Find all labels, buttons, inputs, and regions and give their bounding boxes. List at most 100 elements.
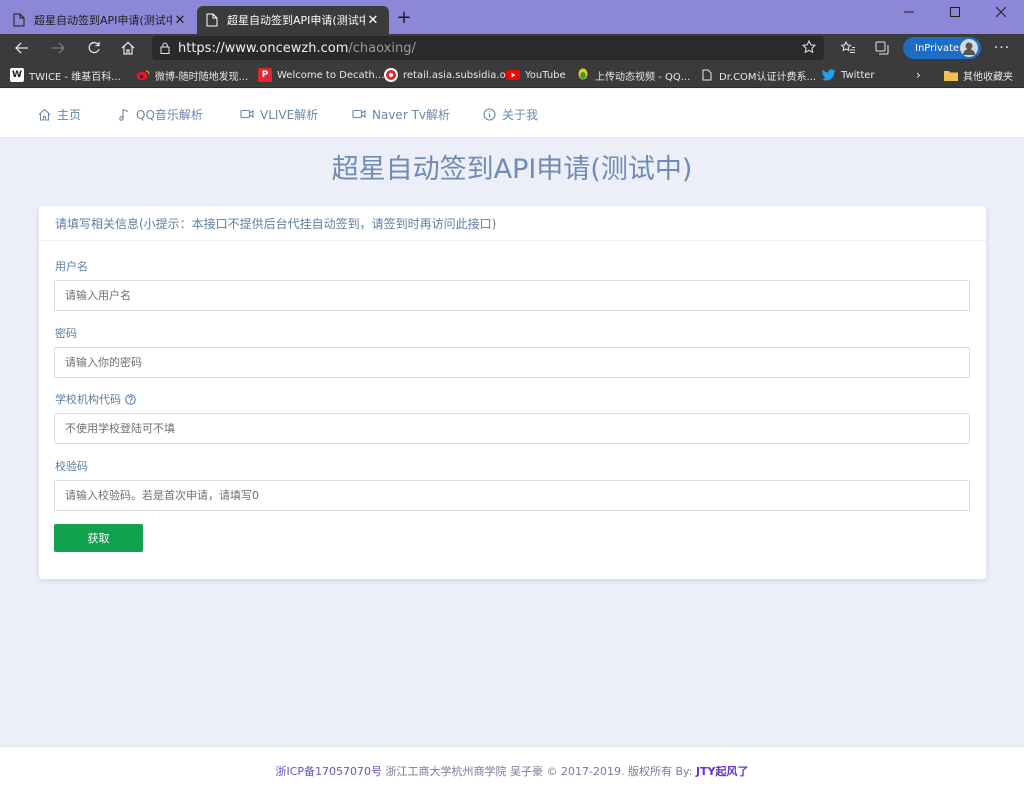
- folder-icon: [944, 68, 958, 82]
- qq-icon: [576, 68, 590, 82]
- collections-icon: [875, 41, 889, 55]
- nav-item-about[interactable]: 关于我: [483, 105, 538, 123]
- close-icon[interactable]: ✕: [172, 12, 188, 28]
- tab-inactive[interactable]: 超星自动签到API申请(测试中) ✕: [4, 6, 196, 34]
- arrow-right-icon: [52, 42, 65, 54]
- tab-active[interactable]: 超星自动签到API申请(测试中) ✕: [197, 6, 389, 34]
- footer: 浙ICP备17057070号 浙江工商大学杭州商学院 吴子豪 © 2017-20…: [0, 746, 1024, 795]
- nav-item-vlive[interactable]: VLIVE解析: [240, 105, 318, 123]
- bookmark-item[interactable]: 微博-随时随地发现...: [136, 66, 248, 84]
- bookmark-label: 上传动态视频 - QQ...: [595, 71, 691, 83]
- nav-label: Naver Tv解析: [372, 107, 450, 122]
- forward-button[interactable]: [44, 36, 72, 60]
- bookmark-label: 微博-随时随地发现...: [155, 71, 249, 83]
- submit-button[interactable]: 获取: [54, 524, 143, 552]
- page-title: 超星自动签到API申请(测试中): [331, 154, 693, 185]
- nav-label: VLIVE解析: [260, 107, 319, 122]
- help-icon[interactable]: [125, 393, 136, 405]
- username-label-text: 用户名: [55, 260, 88, 273]
- bookmark-item[interactable]: retail.asia.subsidia.o...: [384, 66, 515, 84]
- close-icon[interactable]: ✕: [365, 12, 381, 28]
- nav-label: QQ音乐解析: [136, 107, 203, 122]
- bookmark-label: Twitter: [841, 69, 875, 81]
- home-button[interactable]: [114, 36, 142, 60]
- inprivate-label: InPrivate: [915, 42, 960, 54]
- address-url: https://www.oncewzh.com/chaoxing/: [178, 41, 416, 56]
- video-icon: [240, 109, 254, 119]
- username-input[interactable]: [54, 280, 970, 311]
- page-icon: [12, 13, 26, 27]
- school-code-label-text: 学校机构代码: [55, 393, 121, 406]
- site-nav: 主页 QQ音乐解析 VLIVE解析 Naver Tv解析 关于我: [0, 89, 1024, 138]
- twitter-icon: [822, 68, 836, 82]
- settings-more-button[interactable]: ···: [988, 36, 1016, 60]
- more-icon: ···: [993, 40, 1011, 56]
- captcha-label-text: 校验码: [55, 460, 88, 473]
- school-code-input[interactable]: [54, 413, 970, 444]
- username-label: 用户名: [55, 258, 88, 274]
- retail-icon: [384, 68, 398, 82]
- reload-button[interactable]: [80, 36, 108, 60]
- favorites-list-icon: [840, 41, 855, 53]
- bookmark-label: 其他收藏夹: [963, 71, 1013, 83]
- password-label: 密码: [55, 325, 77, 341]
- page-icon: [700, 68, 714, 82]
- bookmark-item[interactable]: P Welcome to Decath...: [258, 66, 384, 84]
- bookmark-item[interactable]: W TWICE - 维基百科...: [10, 66, 121, 84]
- password-label-text: 密码: [55, 327, 77, 340]
- inprivate-button[interactable]: InPrivate: [903, 37, 981, 59]
- maximize-button[interactable]: [932, 0, 978, 24]
- url-host: https://www.oncewzh.com: [178, 40, 349, 56]
- card-header: 请填写相关信息(小提示：本接口不提供后台代挂自动签到，请签到时再访问此接口): [39, 206, 986, 241]
- author-link[interactable]: JTY起风了: [696, 763, 749, 779]
- new-tab-button[interactable]: +: [394, 9, 414, 29]
- tab-title: 超星自动签到API申请(测试中): [227, 14, 365, 27]
- home-icon: [121, 41, 135, 55]
- bookmark-item[interactable]: YouTube: [506, 66, 566, 84]
- bookmark-item[interactable]: 上传动态视频 - QQ...: [576, 66, 690, 84]
- password-input[interactable]: [54, 347, 970, 378]
- decathlon-icon: P: [258, 68, 272, 82]
- bookmark-folder-other[interactable]: 其他收藏夹: [944, 66, 1013, 84]
- icp-link[interactable]: 浙ICP备17057070号: [275, 763, 382, 779]
- bookmarks-bar: W TWICE - 维基百科... 微博-随时随地发现... P Welcome…: [0, 62, 1024, 88]
- captcha-label: 校验码: [55, 458, 88, 474]
- window-close-button[interactable]: [978, 0, 1024, 24]
- nav-label: 主页: [57, 107, 82, 122]
- school-code-label: 学校机构代码: [55, 391, 136, 407]
- wikipedia-icon: W: [10, 68, 24, 82]
- favorites-button[interactable]: [834, 36, 862, 60]
- favorite-star-icon[interactable]: [801, 39, 817, 57]
- bookmark-label: YouTube: [525, 69, 566, 81]
- refresh-icon: [88, 41, 100, 54]
- maximize-icon: [950, 7, 960, 17]
- back-button[interactable]: [8, 36, 36, 60]
- close-icon: [996, 7, 1006, 17]
- nav-item-qq-music[interactable]: QQ音乐解析: [118, 105, 203, 123]
- captcha-input[interactable]: [54, 480, 970, 511]
- bookmark-label: Dr.COM认证计费系...: [719, 71, 817, 83]
- bookmark-item[interactable]: Dr.COM认证计费系...: [700, 66, 816, 84]
- browser-toolbar: https://www.oncewzh.com/chaoxing/ InPriv…: [0, 34, 1024, 62]
- home-icon: [38, 108, 51, 121]
- nav-item-home[interactable]: 主页: [38, 105, 81, 123]
- bookmark-item[interactable]: Twitter: [822, 66, 875, 84]
- nav-label: 关于我: [502, 107, 539, 122]
- music-icon: [119, 108, 129, 121]
- tab-title: 超星自动签到API申请(测试中): [34, 14, 172, 27]
- url-path: /chaoxing/: [348, 40, 416, 56]
- footer-text: 浙江工商大学杭州商学院 吴子豪 © 2017-2019. 版权所有 By:: [382, 765, 696, 778]
- address-bar[interactable]: https://www.oncewzh.com/chaoxing/: [152, 36, 824, 60]
- collections-button[interactable]: [868, 36, 896, 60]
- page-icon: [205, 13, 219, 27]
- avatar: [960, 39, 978, 57]
- nav-item-naver-tv[interactable]: Naver Tv解析: [352, 105, 450, 123]
- bookmark-label: retail.asia.subsidia.o...: [403, 69, 516, 81]
- info-icon: [483, 107, 496, 121]
- arrow-left-icon: [15, 42, 28, 54]
- youtube-icon: [506, 68, 520, 82]
- bookmarks-overflow-button[interactable]: ›: [916, 66, 921, 84]
- chevron-right-icon: ›: [916, 68, 921, 82]
- bookmark-label: TWICE - 维基百科...: [29, 71, 121, 83]
- minimize-button[interactable]: [886, 0, 932, 24]
